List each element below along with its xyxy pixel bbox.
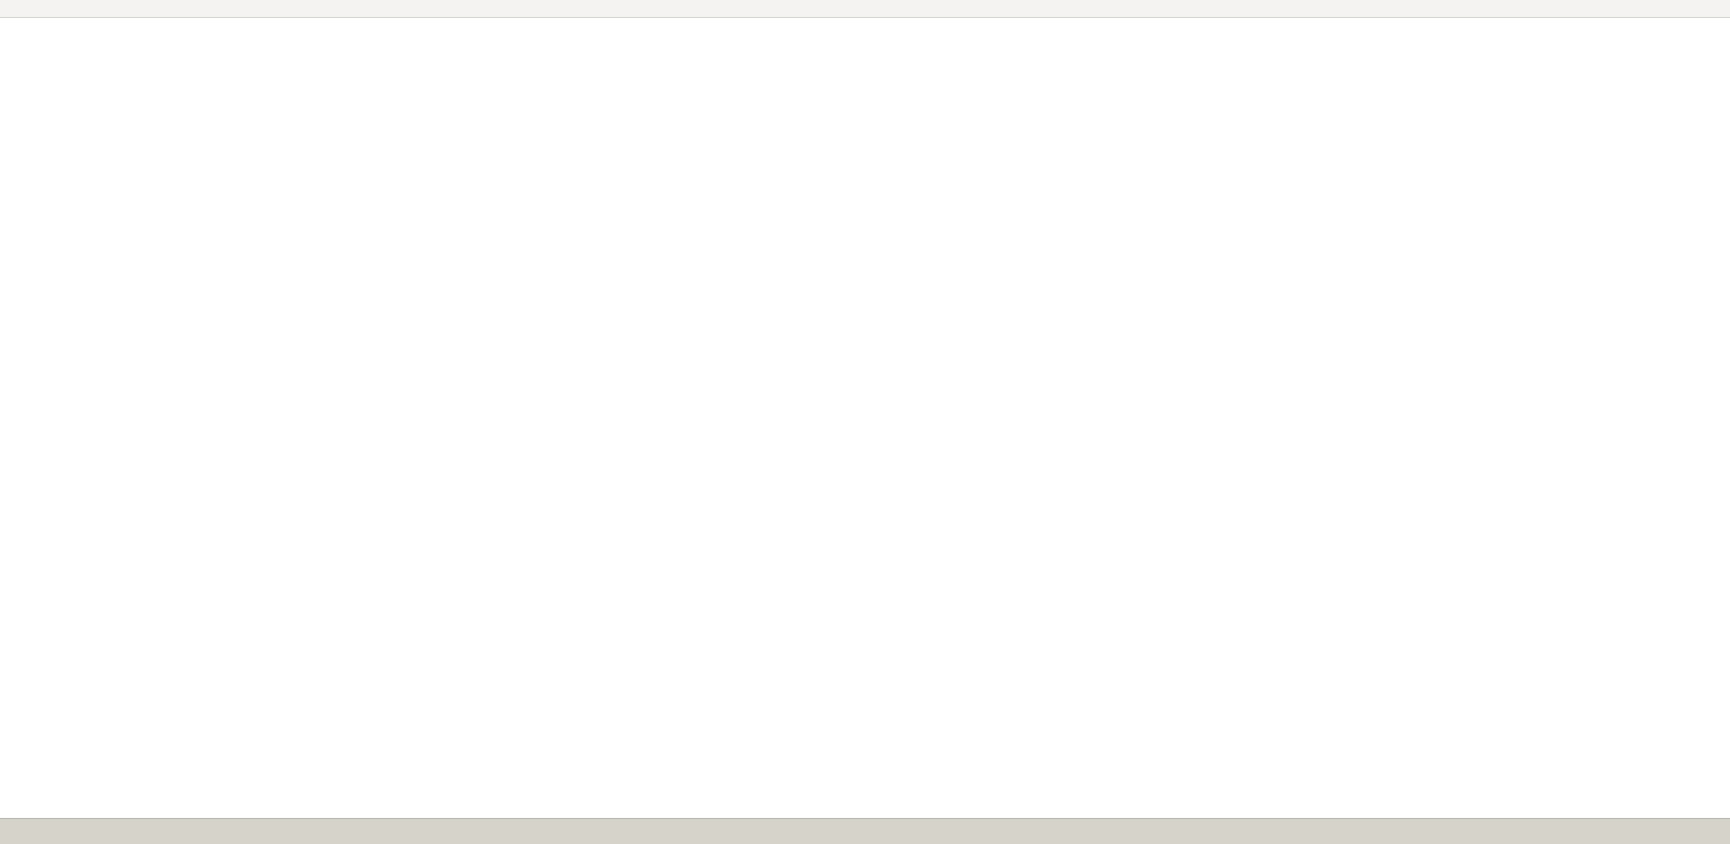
trading-terminal [0, 0, 1730, 844]
toolbar [0, 0, 1730, 18]
chart-canvas[interactable] [0, 0, 1730, 844]
chart-tab-bar [0, 818, 1730, 844]
